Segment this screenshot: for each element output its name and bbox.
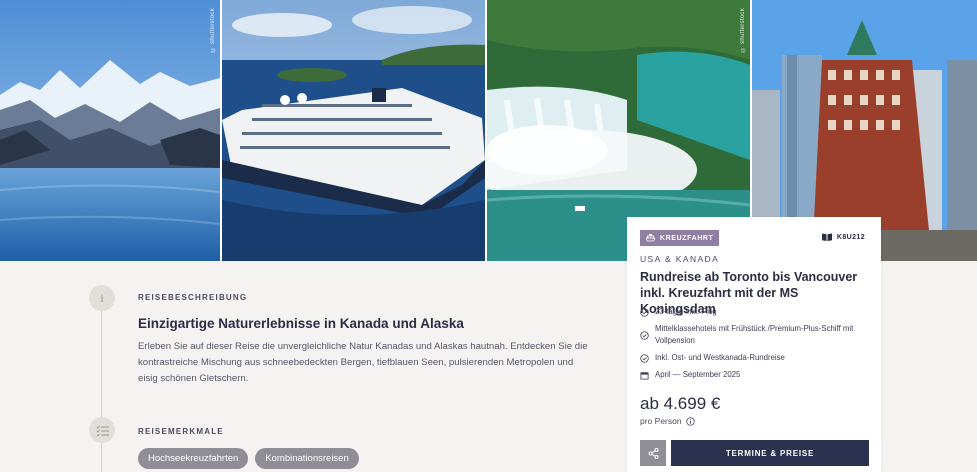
feature-item: April — September 2025 bbox=[640, 369, 875, 381]
info-circle-icon[interactable] bbox=[685, 416, 695, 426]
tag-kombinationsreisen[interactable]: Kombinationsreisen bbox=[255, 448, 359, 469]
region-label: USA & KANADA bbox=[640, 254, 720, 264]
catalog-icon bbox=[821, 233, 832, 241]
price: ab 4.699 € bbox=[640, 394, 721, 413]
ship-icon bbox=[646, 234, 655, 242]
booking-card: KREUZFAHRT K8U212 USA & KANADA Rundreise… bbox=[627, 217, 881, 472]
price-note-label: pro Person bbox=[640, 416, 682, 426]
check-circle-icon bbox=[640, 331, 649, 340]
feature-item: Mittelklassehotels mit Frühstück /Premiu… bbox=[640, 323, 875, 347]
timeline-line bbox=[101, 311, 102, 472]
section-label-description: REISEBESCHREIBUNG bbox=[138, 293, 248, 302]
gallery-image-glacier[interactable]: © shutterstock bbox=[0, 0, 220, 261]
trip-code: K8U212 bbox=[821, 233, 865, 241]
category-badge: KREUZFAHRT bbox=[640, 230, 720, 246]
info-icon: i bbox=[89, 285, 115, 311]
checklist-icon bbox=[89, 417, 115, 443]
feature-item: Inkl. Ost- und Westkanada-Rundreise bbox=[640, 352, 875, 364]
gallery-image-ship[interactable] bbox=[222, 0, 485, 261]
badge-label: KREUZFAHRT bbox=[660, 234, 714, 242]
feature-list: 23-tägig inkl. Flug Mittelklassehotels m… bbox=[640, 306, 875, 386]
description-headline: Einzigartige Naturerlebnisse in Kanada u… bbox=[138, 316, 464, 331]
photo-credit: © shutterstock bbox=[740, 8, 746, 53]
photo-credit: © shutterstock bbox=[210, 8, 216, 53]
description-text: Erleben Sie auf dieser Reise die unvergl… bbox=[138, 341, 588, 384]
share-icon bbox=[648, 447, 658, 459]
dates-and-prices-button[interactable]: TERMINE & PREISE bbox=[671, 440, 869, 466]
trip-code-label: K8U212 bbox=[836, 233, 865, 241]
section-label-features: REISEMERKMALE bbox=[138, 427, 224, 436]
tag-hochseekreuzfahrten[interactable]: Hochseekreuzfahrten bbox=[138, 448, 249, 469]
share-button[interactable] bbox=[640, 440, 666, 466]
feature-item: 23-tägig inkl. Flug bbox=[640, 306, 875, 318]
check-circle-icon bbox=[640, 308, 649, 317]
calendar-icon bbox=[640, 371, 649, 380]
price-note: pro Person bbox=[640, 416, 695, 426]
tag-list: Hochseekreuzfahrten Kombinationsreisen bbox=[138, 448, 359, 469]
check-circle-icon bbox=[640, 354, 649, 363]
